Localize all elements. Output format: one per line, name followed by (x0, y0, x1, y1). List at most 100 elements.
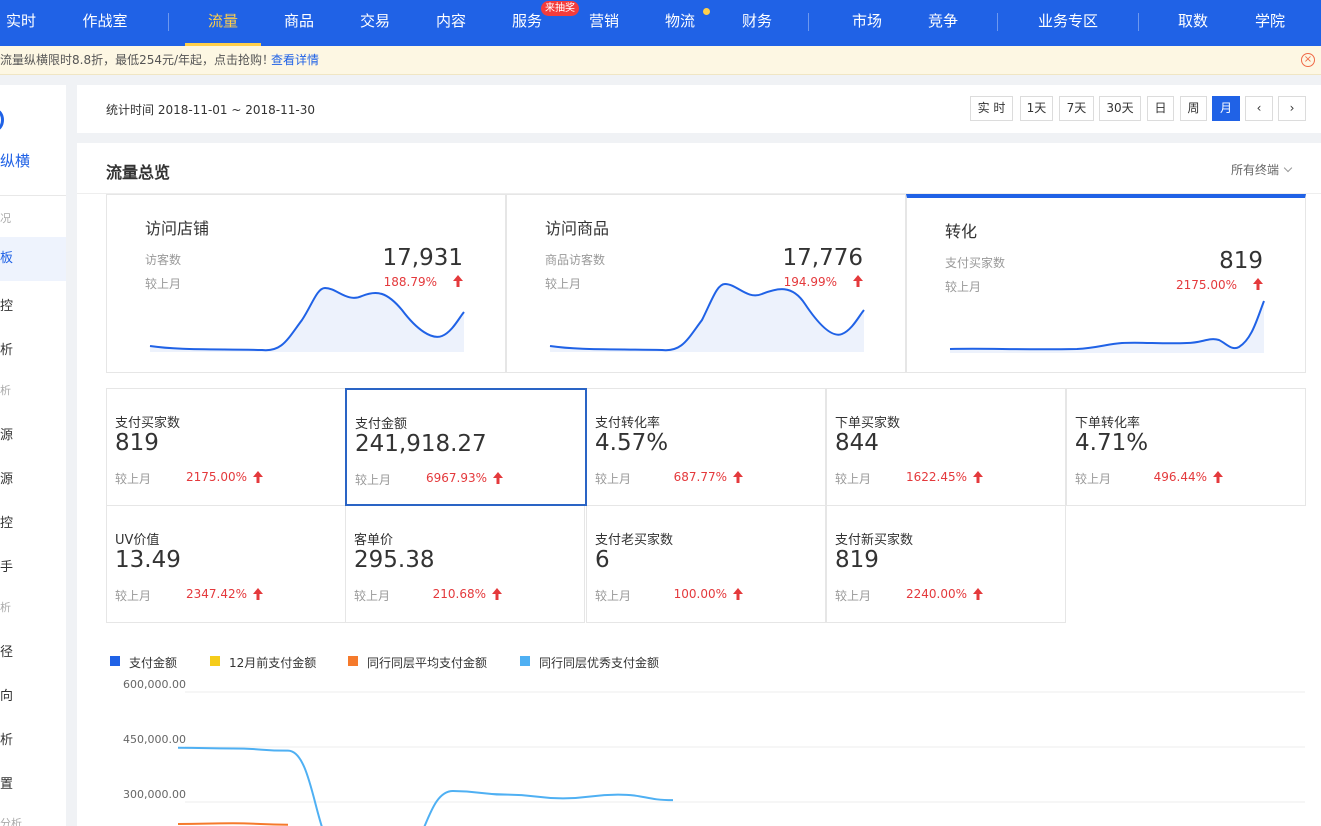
nav-item-traffic[interactable]: 流量 (185, 0, 261, 46)
overview-card-label: 访客数 (145, 253, 182, 267)
sidebar-item[interactable]: 向 (0, 685, 13, 704)
nav-item-trade[interactable]: 交易 (348, 0, 402, 46)
period-week-button[interactable]: 周 (1180, 96, 1207, 121)
period-month-button[interactable]: 月 (1212, 96, 1240, 121)
service-promo-badge[interactable]: 来抽奖 (541, 1, 579, 16)
metric-pct: 1622.45% (905, 470, 967, 484)
sidebar-group-label: 析 (0, 601, 11, 614)
overview-card-label: 商品访客数 (545, 253, 606, 267)
traffic-logo-icon (0, 109, 4, 131)
metric-compare: 较上月 (115, 472, 152, 486)
overview-card-conversion[interactable]: 转化 支付买家数 819 较上月 2175.00% (906, 194, 1306, 373)
sidebar-item[interactable]: 析 (0, 339, 13, 358)
sidebar-item[interactable]: 源 (0, 468, 13, 487)
arrow-up-icon (493, 472, 503, 484)
metric-name: 支付买家数 (115, 416, 181, 431)
metric-cell-uv-value[interactable]: UV价值 13.49 较上月 2347.42% (106, 505, 346, 623)
metric-compare: 较上月 (354, 589, 391, 603)
period-1day-button[interactable]: 1天 (1020, 96, 1053, 121)
metric-cell-pay-conversion[interactable]: 支付转化率 4.57% 较上月 687.77% (586, 388, 826, 506)
metric-name: 下单买家数 (835, 416, 901, 431)
metric-cell-pay-amount[interactable]: 支付金额 241,918.27 较上月 6967.93% (345, 388, 587, 506)
metric-value: 295.38 (354, 547, 435, 573)
period-day-button[interactable]: 日 (1147, 96, 1174, 121)
nav-item-logistics[interactable]: 物流 (653, 0, 707, 46)
pay-amount-trend-chart: 600,000.00 450,000.00 300,000.00 (123, 678, 1305, 826)
metric-cell-avg-order-price[interactable]: 客单价 295.38 较上月 210.68% (345, 505, 585, 623)
period-30day-button[interactable]: 30天 (1099, 96, 1141, 121)
nav-item-content[interactable]: 内容 (424, 0, 478, 46)
panel-title: 流量总览 (106, 163, 171, 182)
overview-card-value: 819 (1219, 248, 1263, 274)
arrow-up-icon (973, 588, 983, 600)
nav-item-market[interactable]: 市场 (840, 0, 894, 46)
metric-cell-order-conversion[interactable]: 下单转化率 4.71% 较上月 496.44% (1066, 388, 1306, 506)
nav-item-marketing[interactable]: 营销 (577, 0, 631, 46)
sidebar-group-label: 分析 (0, 817, 22, 826)
sparkline-chart (549, 282, 865, 352)
metric-cell-returning-buyers[interactable]: 支付老买家数 6 较上月 100.00% (586, 505, 826, 623)
nav-item-academy[interactable]: 学院 (1243, 0, 1297, 46)
sidebar-divider (0, 195, 66, 196)
nav-item-war-room[interactable]: 作战室 (68, 0, 142, 46)
sparkline-chart (149, 286, 465, 352)
metric-pct: 2240.00% (905, 587, 967, 601)
metric-compare: 较上月 (835, 589, 872, 603)
sidebar-item[interactable]: 手 (0, 556, 13, 575)
sidebar-item[interactable]: 控 (0, 512, 13, 531)
overview-card-store-visits[interactable]: 访问店铺 访客数 17,931 较上月 188.79% (106, 194, 506, 373)
nav-divider (808, 13, 809, 31)
sparkline-chart (949, 300, 1265, 353)
metric-compare: 较上月 (595, 589, 632, 603)
legend-swatch (110, 656, 120, 666)
sidebar-item[interactable]: 源 (0, 424, 13, 443)
nav-item-data-fetch[interactable]: 取数 (1166, 0, 1220, 46)
metric-name: 支付老买家数 (595, 533, 674, 548)
overview-card-title: 访问商品 (545, 219, 610, 238)
arrow-up-icon (253, 588, 263, 600)
promo-details-link[interactable]: 查看详情 (271, 46, 319, 75)
nav-item-business-zone[interactable]: 业务专区 (1028, 0, 1108, 46)
arrow-up-icon (492, 588, 502, 600)
close-circle-icon[interactable]: × (1301, 53, 1315, 67)
sidebar-item[interactable]: 控 (0, 295, 13, 314)
legend-label: 12月前支付金额 (229, 656, 317, 670)
metric-value: 844 (835, 430, 879, 456)
chevron-right-icon[interactable]: › (1278, 96, 1306, 121)
overview-card-value: 17,931 (382, 245, 463, 271)
sidebar-item[interactable]: 置 (0, 773, 13, 792)
metric-pct: 100.00% (673, 587, 727, 601)
period-7day-button[interactable]: 7天 (1059, 96, 1094, 121)
nav-item-realtime[interactable]: 实时 (0, 0, 42, 46)
metric-cell-new-buyers[interactable]: 支付新买家数 819 较上月 2240.00% (826, 505, 1066, 623)
legend-label: 支付金额 (129, 656, 178, 670)
y-tick-label: 450,000.00 (123, 733, 186, 746)
nav-item-product[interactable]: 商品 (272, 0, 326, 46)
traffic-overview-panel: 流量总览 所有终端 访问店铺 访客数 17,931 较上月 188.79% 访问… (77, 143, 1321, 826)
chevron-left-icon[interactable]: ‹ (1245, 96, 1273, 121)
metric-compare: 较上月 (355, 473, 392, 487)
sidebar-item-dashboard[interactable]: 板 (0, 237, 66, 281)
sidebar-item[interactable]: 析 (0, 729, 13, 748)
metric-cell-order-buyers[interactable]: 下单买家数 844 较上月 1622.45% (826, 388, 1066, 506)
metric-cell-pay-buyers[interactable]: 支付买家数 819 较上月 2175.00% (106, 388, 346, 506)
nav-divider (168, 13, 169, 31)
metric-value: 6 (595, 547, 610, 573)
arrow-up-icon (253, 471, 263, 483)
logistics-notification-dot (703, 8, 710, 15)
legend-swatch (348, 656, 358, 666)
nav-item-finance[interactable]: 财务 (730, 0, 784, 46)
sidebar-item[interactable]: 径 (0, 641, 13, 660)
date-range-bar: 统计时间 2018-11-01 ~ 2018-11-30 实 时 1天 7天 3… (77, 85, 1321, 133)
period-realtime-button[interactable]: 实 时 (970, 96, 1013, 121)
nav-divider (1138, 13, 1139, 31)
legend-swatch (210, 656, 220, 666)
metric-name: 下单转化率 (1075, 416, 1141, 431)
series-layer (177, 746, 674, 826)
terminal-select[interactable]: 所有终端 (1231, 161, 1293, 178)
overview-card-product-visits[interactable]: 访问商品 商品访客数 17,776 较上月 194.99% (506, 194, 906, 373)
nav-item-competition[interactable]: 竞争 (916, 0, 970, 46)
metric-value: 13.49 (115, 547, 181, 573)
chevron-down-icon (1283, 163, 1293, 173)
series-line-0 (177, 746, 674, 826)
